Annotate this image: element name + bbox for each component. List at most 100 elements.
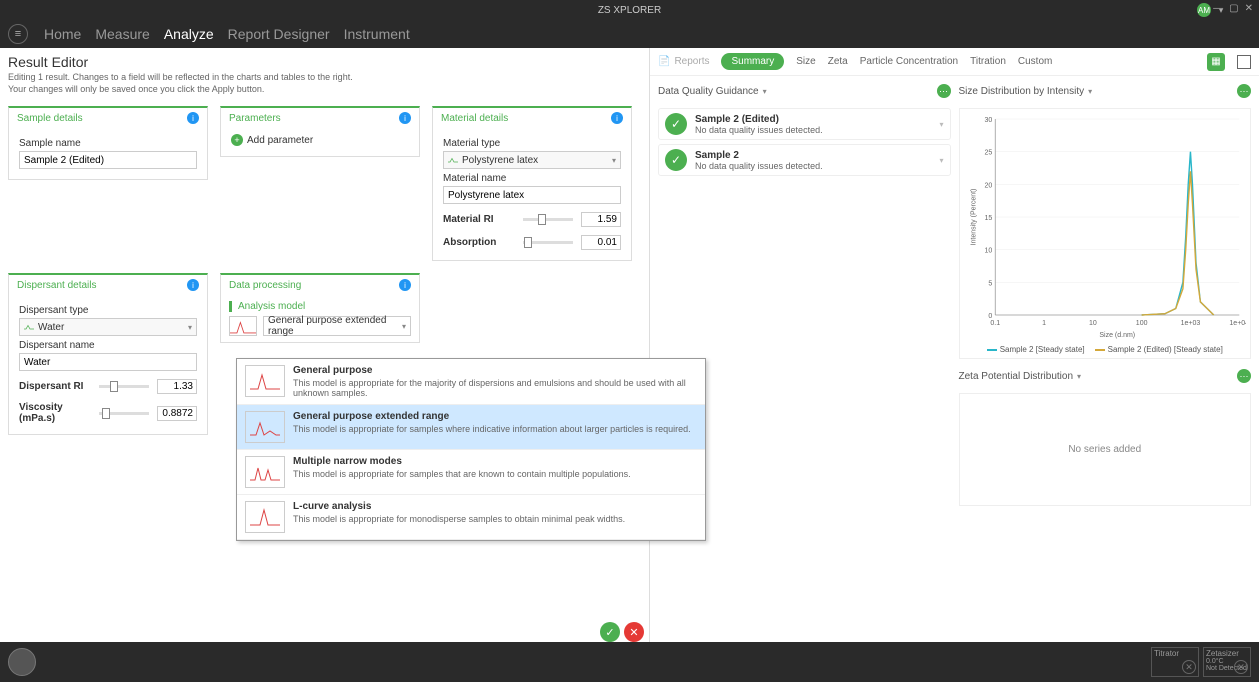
more-menu-icon[interactable]: ⋯: [1237, 369, 1251, 383]
hamburger-menu-icon[interactable]: ≡: [8, 24, 28, 44]
nav-report-designer[interactable]: Report Designer: [228, 26, 330, 42]
title-bar: ZS XPLORER AM ▾ — ▢ ✕: [0, 0, 1259, 20]
svg-text:Size (d.nm): Size (d.nm): [1099, 332, 1135, 339]
tab-summary[interactable]: Summary: [721, 53, 784, 70]
more-menu-icon[interactable]: ⋯: [937, 84, 951, 98]
tab-zeta[interactable]: Zeta: [828, 56, 848, 67]
material-type-select[interactable]: Polystyrene latex ▾: [443, 151, 621, 169]
peak-icon: [24, 324, 34, 330]
zeta-panel-header[interactable]: Zeta Potential Distribution ▾: [959, 371, 1082, 382]
x-circle-icon: ✕: [1234, 660, 1248, 674]
dispersant-ri-slider[interactable]: [99, 385, 149, 388]
layout-toggle-button[interactable]: ▦: [1207, 53, 1225, 71]
main-menu-bar: ≡ Home Measure Analyze Report Designer I…: [0, 20, 1259, 48]
card-parameters: Parameters i + Add parameter: [220, 106, 420, 157]
dq-item[interactable]: ✓ Sample 2 No data quality issues detect…: [658, 144, 951, 176]
model-thumb-icon: [245, 411, 285, 443]
dispersant-type-value: Water: [38, 322, 64, 333]
editor-help-line1: Editing 1 result. Changes to a field wil…: [8, 72, 641, 82]
info-icon[interactable]: i: [611, 112, 623, 124]
x-circle-icon: ✕: [1182, 660, 1196, 674]
result-editor-pane: Result Editor Editing 1 result. Changes …: [0, 48, 650, 642]
model-thumb-icon: [245, 501, 285, 533]
dispersant-type-label: Dispersant type: [19, 305, 197, 316]
svg-text:10: 10: [1088, 320, 1096, 327]
info-icon[interactable]: i: [187, 279, 199, 291]
dq-item[interactable]: ✓ Sample 2 (Edited) No data quality issu…: [658, 108, 951, 140]
svg-text:10: 10: [984, 248, 992, 255]
card-dispersant-details: Dispersant details i Dispersant type Wat…: [8, 273, 208, 435]
viscosity-value[interactable]: [157, 406, 197, 421]
svg-text:15: 15: [984, 215, 992, 222]
user-avatar-icon[interactable]: [8, 648, 36, 676]
check-circle-icon: ✓: [665, 149, 687, 171]
info-icon[interactable]: i: [399, 112, 411, 124]
viscosity-slider[interactable]: [99, 412, 149, 415]
svg-text:Intensity (Percent): Intensity (Percent): [970, 189, 977, 246]
tab-size[interactable]: Size: [796, 56, 815, 67]
tab-titration[interactable]: Titration: [970, 56, 1006, 67]
cancel-button[interactable]: ✕: [624, 622, 644, 642]
dispersant-ri-value[interactable]: [157, 379, 197, 394]
material-abs-label: Absorption: [443, 237, 515, 248]
model-option-lcurve[interactable]: L-curve analysisThis model is appropriat…: [237, 495, 705, 540]
material-abs-value[interactable]: [581, 235, 621, 250]
model-option-extended[interactable]: General purpose extended rangeThis model…: [237, 405, 705, 450]
device-status-titrator[interactable]: Titrator ✕: [1151, 647, 1199, 677]
minimize-icon[interactable]: —: [1213, 3, 1223, 14]
analysis-model-select[interactable]: General purpose extended range ▾: [263, 316, 411, 336]
sizedist-panel-header[interactable]: Size Distribution by Intensity ▾: [959, 86, 1093, 97]
chevron-down-icon: ▾: [612, 156, 616, 165]
peak-icon: [448, 157, 458, 163]
analysis-model-value: General purpose extended range: [268, 315, 402, 337]
legend-item: Sample 2 [Steady state]: [1000, 345, 1085, 354]
sample-name-input[interactable]: [19, 151, 197, 169]
material-type-value: Polystyrene latex: [462, 155, 538, 166]
material-ri-slider[interactable]: [523, 218, 573, 221]
material-ri-label: Material RI: [443, 214, 515, 225]
chevron-down-icon: ▾: [939, 120, 943, 129]
material-type-label: Material type: [443, 138, 621, 149]
card-sample-details: Sample details i Sample name: [8, 106, 208, 180]
chevron-down-icon: ▾: [939, 156, 943, 165]
nav-home[interactable]: Home: [44, 26, 81, 42]
card-title-parameters: Parameters: [229, 113, 281, 124]
svg-text:1e+03: 1e+03: [1180, 320, 1200, 327]
model-option-general[interactable]: General purposeThis model is appropriate…: [237, 359, 705, 405]
nav-analyze[interactable]: Analyze: [164, 26, 214, 42]
apply-button[interactable]: ✓: [600, 622, 620, 642]
svg-text:1e+04: 1e+04: [1229, 320, 1246, 327]
dq-item-msg: No data quality issues detected.: [695, 125, 823, 135]
tab-particle-conc[interactable]: Particle Concentration: [860, 56, 958, 67]
dispersant-type-select[interactable]: Water ▾: [19, 318, 197, 336]
svg-text:0.1: 0.1: [990, 320, 1000, 327]
material-name-input[interactable]: [443, 186, 621, 204]
chevron-down-icon: ▾: [402, 322, 406, 331]
model-option-multimodal[interactable]: Multiple narrow modesThis model is appro…: [237, 450, 705, 495]
more-menu-icon[interactable]: ⋯: [1237, 84, 1251, 98]
maximize-icon[interactable]: ▢: [1229, 3, 1238, 14]
size-distribution-chart: 0510152025300.11101001e+031e+04Size (d.n…: [959, 108, 1252, 359]
dispersant-name-input[interactable]: [19, 353, 197, 371]
close-icon[interactable]: ✕: [1245, 3, 1253, 14]
add-parameter-button[interactable]: + Add parameter: [231, 134, 409, 146]
svg-text:5: 5: [988, 280, 992, 287]
fullscreen-icon[interactable]: [1237, 55, 1251, 69]
nav-instrument[interactable]: Instrument: [344, 26, 410, 42]
material-abs-slider[interactable]: [523, 241, 573, 244]
tab-custom[interactable]: Custom: [1018, 56, 1052, 67]
material-ri-value[interactable]: [581, 212, 621, 227]
nav-measure[interactable]: Measure: [95, 26, 149, 42]
svg-text:30: 30: [984, 117, 992, 124]
info-icon[interactable]: i: [187, 112, 199, 124]
model-thumbnail-icon: [229, 316, 257, 336]
chevron-down-icon: ▾: [1088, 87, 1092, 96]
device-status-zetasizer[interactable]: Zetasizer 0.0°C Not Detected ✕: [1203, 647, 1251, 677]
status-bar: Titrator ✕ Zetasizer 0.0°C Not Detected …: [0, 642, 1259, 682]
model-thumb-icon: [245, 365, 285, 397]
info-icon[interactable]: i: [399, 279, 411, 291]
dq-panel-header[interactable]: Data Quality Guidance ▾: [658, 86, 767, 97]
material-name-label: Material name: [443, 173, 621, 184]
card-data-processing: Data processing i Analysis model General…: [220, 273, 420, 343]
dispersant-name-label: Dispersant name: [19, 340, 197, 351]
